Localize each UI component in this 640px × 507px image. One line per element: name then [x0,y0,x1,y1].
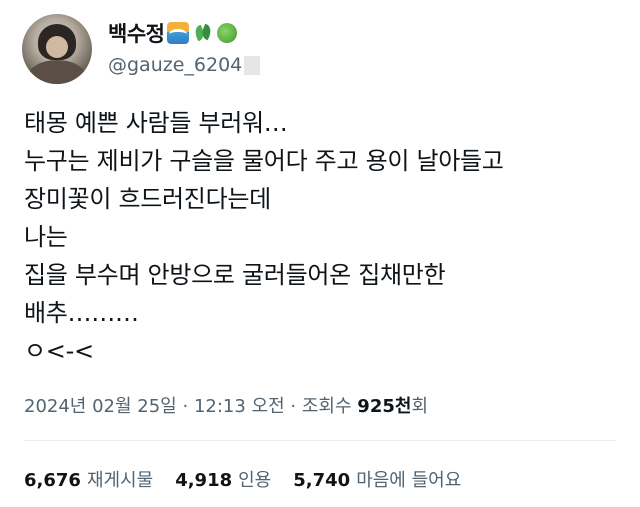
tweet-line: 집을 부수며 안방으로 굴러들어온 집채만한 [24,261,446,289]
avatar-face [46,36,68,58]
reposts-stat[interactable]: 6,676 재게시물 [24,466,153,492]
meta-separator: · [290,396,297,417]
avatar-shoulders [28,60,86,84]
views-suffix: 회 [411,396,428,417]
reposts-count: 6,676 [24,470,81,491]
meta-separator: · [182,396,189,417]
tweet-line: 장미꽃이 흐드러진다는데 [24,185,271,213]
tweet-text: 태몽 예쁜 사람들 부러워… 누구는 제비가 구슬을 물어다 주고 용이 날아들… [24,104,624,370]
divider [24,440,616,441]
wave-emoji-icon [167,22,190,44]
avatar[interactable] [22,14,92,84]
reposts-label: 재게시물 [86,470,154,491]
handle-redaction [244,55,261,75]
engagement-stats: 6,676 재게시물 4,918 인용 5,740 마음에 들어요 [24,466,483,492]
tweet-line: ㅇ<-< [24,337,94,365]
herb-emoji-icon [192,22,214,44]
yarn-emoji-icon [217,23,238,43]
tweet-line: 배추……… [24,299,139,327]
tweet-line: 태몽 예쁜 사람들 부러워… [24,109,288,137]
tweet-line: 나는 [24,223,68,251]
tweet-date[interactable]: 2024년 02월 25일 [24,396,177,417]
quotes-count: 4,918 [175,470,233,491]
likes-stat[interactable]: 5,740 마음에 들어요 [293,466,461,492]
tweet-metadata: 2024년 02월 25일 · 12:13 오전 · 조회수 925천회 [24,392,428,418]
likes-count: 5,740 [293,470,351,491]
user-handle-row: @gauze_6204 [108,54,261,76]
display-name-row: 백수정 [108,18,260,48]
user-handle[interactable]: @gauze_6204 [108,54,242,76]
tweet-header: 백수정 @gauze_6204 [22,14,261,84]
views-count: 925천 [357,396,412,417]
display-name[interactable]: 백수정 [108,18,165,48]
user-info: 백수정 @gauze_6204 [108,18,261,76]
likes-label: 마음에 들어요 [356,470,462,491]
views-label: 조회수 [301,396,352,417]
quotes-stat[interactable]: 4,918 인용 [175,466,271,492]
quotes-label: 인용 [238,470,272,491]
tweet-line: 누구는 제비가 구슬을 물어다 주고 용이 날아들고 [24,147,504,175]
tweet-time[interactable]: 12:13 오전 [194,396,285,417]
